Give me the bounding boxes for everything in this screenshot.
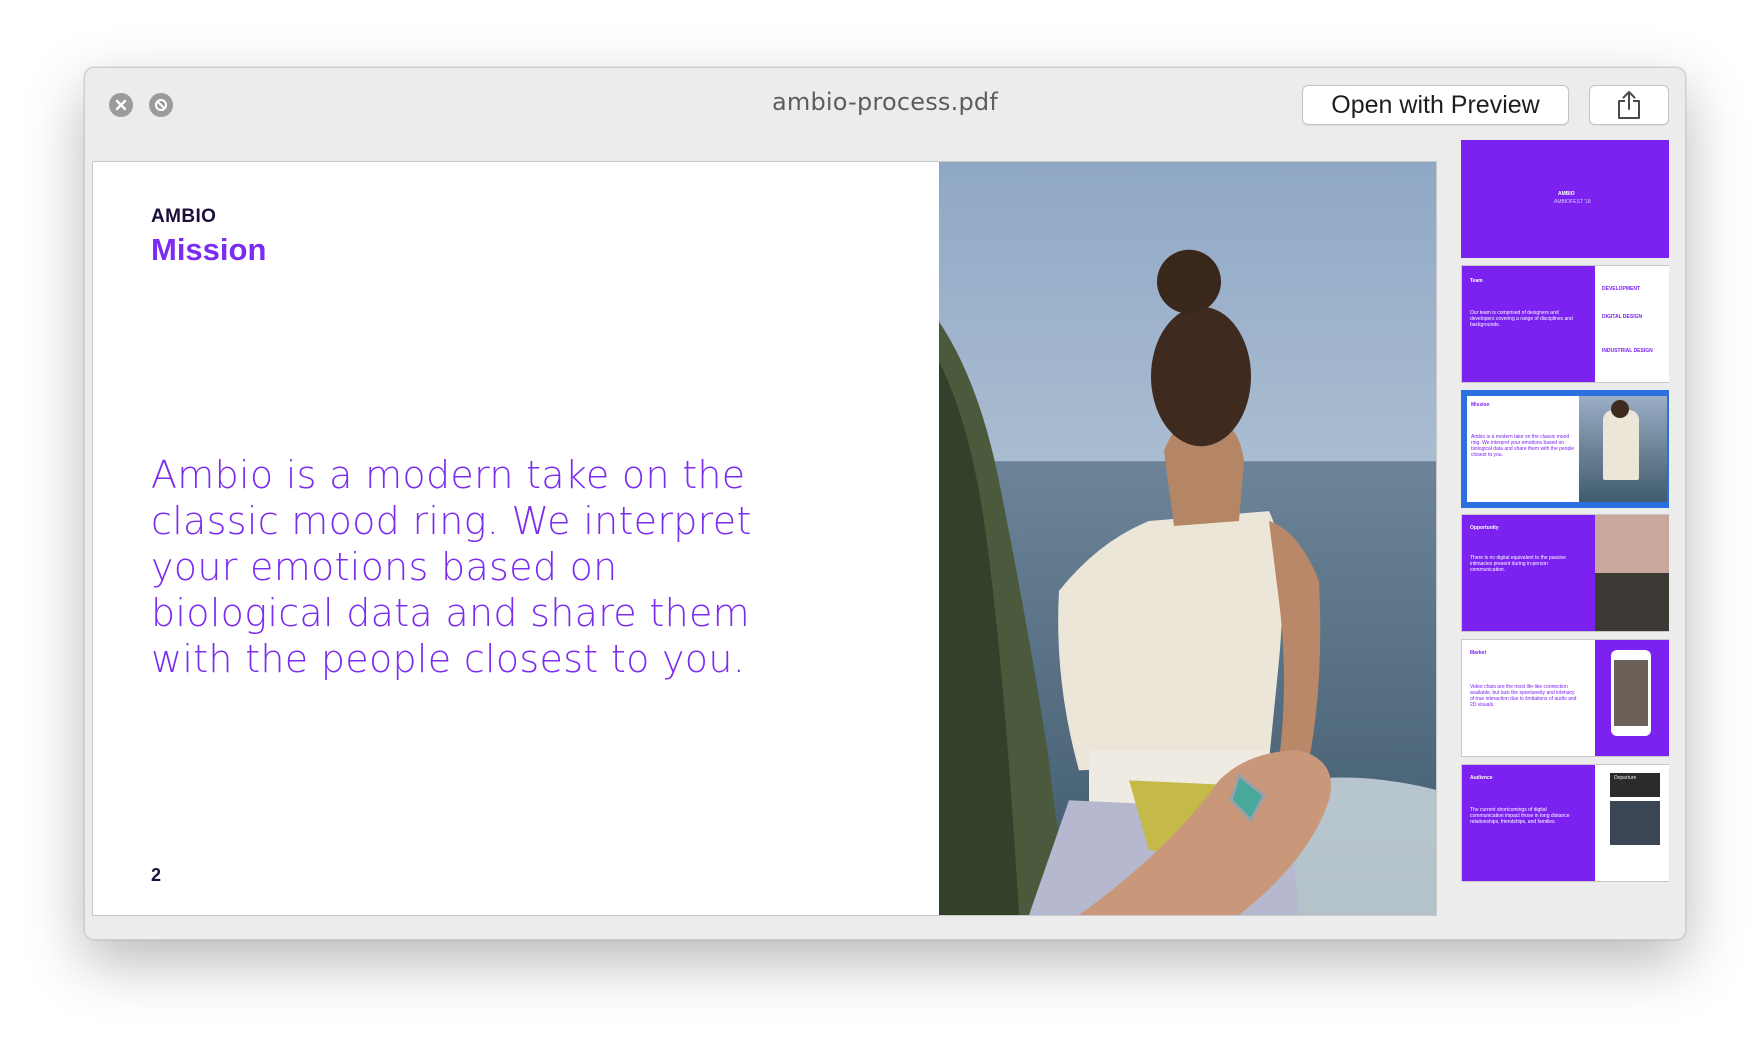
thumbnail-photo xyxy=(1595,573,1669,631)
thumbnail-subtitle: AMBIOFEST '18 xyxy=(1554,199,1591,205)
thumbnail-page-3[interactable]: Mission Ambio is a modern take on the cl… xyxy=(1461,390,1669,508)
thumbnail-body: Video chats are the most life-like conne… xyxy=(1470,684,1577,708)
thumbnail-title: Market xyxy=(1470,650,1487,656)
thumbnail-photo xyxy=(1595,515,1669,573)
page-number: 2 xyxy=(151,865,162,885)
thumbnail-heading: DEVELOPMENT xyxy=(1602,286,1641,292)
share-button[interactable] xyxy=(1589,85,1669,125)
open-with-preview-button[interactable]: Open with Preview xyxy=(1302,85,1569,125)
thumbnail-page-4[interactable]: Opportunity There is no digital equivale… xyxy=(1461,514,1669,632)
share-icon xyxy=(1618,91,1640,119)
pdf-page: AMBIO Mission Ambio is a modern take on … xyxy=(92,161,1437,916)
thumbnail-body: There is no digital equivalent to the pa… xyxy=(1470,555,1566,573)
quicklook-window: ambio-process.pdf Open with Preview AMBI… xyxy=(84,67,1686,940)
thumbnail-photo xyxy=(1610,801,1660,845)
thumbnail-page-2[interactable]: Team Our team is comprised of designers … xyxy=(1461,265,1669,383)
thumbnail-photo-label: Departure xyxy=(1614,775,1637,781)
thumbnail-title: Audience xyxy=(1470,775,1493,781)
thumbnail-photo xyxy=(1579,396,1667,502)
title-bar: ambio-process.pdf Open with Preview xyxy=(85,68,1685,158)
thumbnail-title: Mission xyxy=(1471,402,1490,408)
thumbnail-body: The current shortcomings of digital comm… xyxy=(1470,807,1570,825)
thumbnail-body: Ambio is a modern take on the classic mo… xyxy=(1471,434,1575,458)
thumbnail-heading: INDUSTRIAL DESIGN xyxy=(1602,348,1653,354)
thumbnail-title: Opportunity xyxy=(1470,525,1499,531)
thumbnail-photo: Departure xyxy=(1610,773,1660,797)
thumbnail-title: AMBIO xyxy=(1558,191,1575,197)
thumbnail-body: Our team is comprised of designers and d… xyxy=(1470,310,1573,328)
thumbnail-page-1[interactable]: AMBIO AMBIOFEST '18 xyxy=(1461,140,1669,258)
page-text-panel: AMBIO Mission Ambio is a modern take on … xyxy=(93,162,939,915)
thumbnail-page-5[interactable]: Market Video chats are the most life-lik… xyxy=(1461,639,1669,757)
brand-label: AMBIO xyxy=(151,206,217,227)
mission-text: Ambio is a modern take on the classic mo… xyxy=(151,453,752,681)
thumbnail-heading: DIGITAL DESIGN xyxy=(1602,314,1643,320)
phone-icon xyxy=(1611,650,1651,736)
thumbnail-sidebar[interactable]: AMBIO AMBIOFEST '18 Team Our team is com… xyxy=(1451,140,1669,939)
page-photo xyxy=(939,162,1436,915)
thumbnail-title: Team xyxy=(1470,278,1483,284)
thumbnail-page-6[interactable]: Audience The current shortcomings of dig… xyxy=(1461,764,1669,882)
section-title: Mission xyxy=(151,232,267,267)
holding-hands-photo xyxy=(939,162,1436,915)
